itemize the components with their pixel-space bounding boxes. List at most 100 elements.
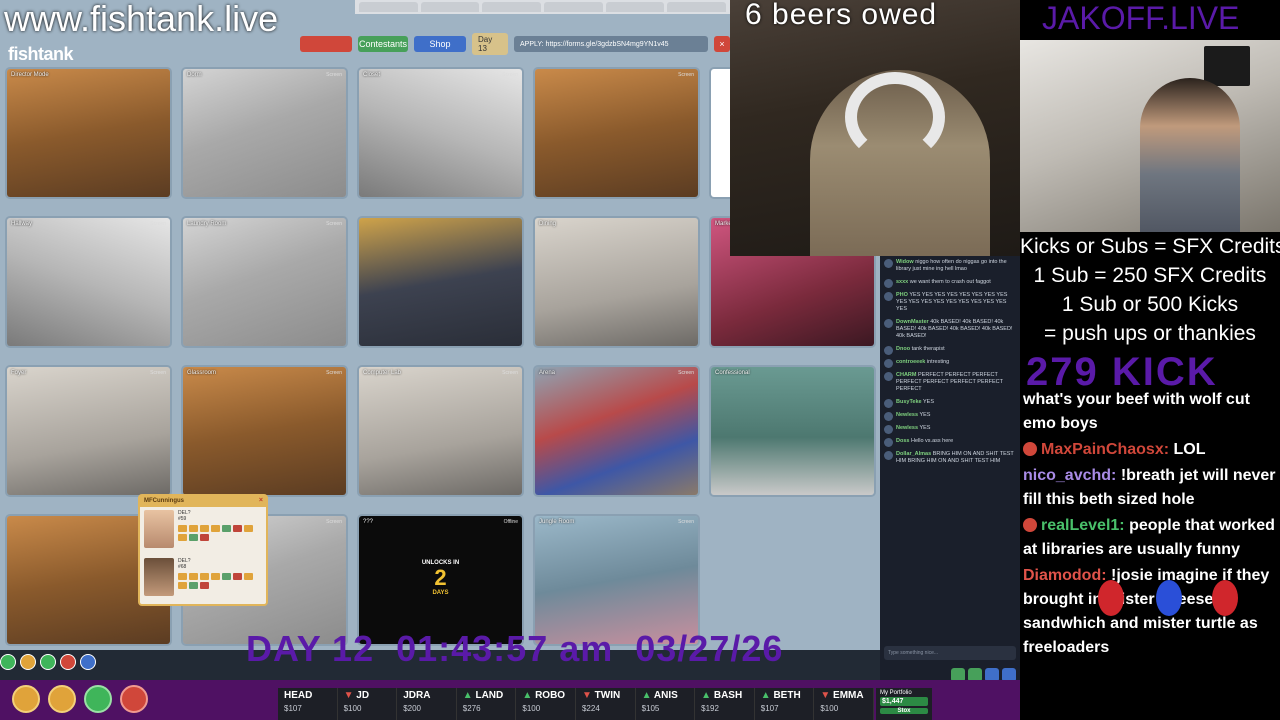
action-icon[interactable]	[189, 573, 198, 580]
close-button[interactable]: ×	[714, 36, 730, 52]
browser-tab[interactable]	[667, 2, 727, 12]
sfx-line: 1 Sub or 500 Kicks	[1061, 293, 1239, 316]
action-icon[interactable]	[233, 573, 242, 580]
action-icon[interactable]	[178, 573, 187, 580]
ticker-symbol: TWIN	[594, 690, 621, 701]
camera-tile[interactable]: Arena Screen	[535, 367, 698, 495]
action-icon[interactable]	[222, 525, 231, 532]
camera-tile[interactable]: Hallway Screen	[7, 218, 170, 346]
chat-username[interactable]: Dollar_Almas	[896, 451, 931, 457]
camera-tile[interactable]: Screen	[535, 69, 698, 197]
ticker-symbol-row: ▼ EMMA	[820, 690, 867, 701]
camera-tile[interactable]: Closet Screen	[359, 69, 522, 197]
dock-icon[interactable]	[40, 654, 56, 670]
camera-tile[interactable]	[359, 218, 522, 346]
chat-username[interactable]: Doss	[896, 438, 909, 444]
ticker-item[interactable]: ▲ BETH $107	[755, 688, 815, 720]
ticker-item[interactable]: ▲ ROBO $100	[516, 688, 576, 720]
camera-tile[interactable]: Computer Lab Screen	[359, 367, 522, 495]
cherry-icon	[1098, 580, 1124, 616]
camera-tile[interactable]: Foyer Screen	[7, 367, 170, 495]
chat-username[interactable]: Widow	[896, 259, 914, 265]
camera-label: Arena	[539, 370, 556, 376]
browser-tab[interactable]	[544, 2, 603, 12]
browser-tab[interactable]	[482, 2, 542, 12]
chat-username[interactable]: sxxx	[896, 279, 908, 285]
browser-tab[interactable]	[359, 2, 418, 12]
action-icon[interactable]	[189, 582, 198, 589]
chat-username[interactable]: MaxPainChaosx:	[1041, 441, 1169, 458]
dock-icon[interactable]	[80, 654, 96, 670]
ticker-price: $105	[641, 704, 660, 713]
ticker-price: $107	[284, 704, 302, 713]
camera-tile[interactable]: Confessional	[711, 367, 874, 495]
action-icon[interactable]	[200, 582, 209, 589]
ticker-item[interactable]: ▲ ANIS $105	[636, 688, 696, 720]
browser-tab[interactable]	[605, 2, 665, 12]
action-icon[interactable]	[244, 525, 253, 532]
action-icon[interactable]	[233, 525, 242, 532]
chat-username[interactable]: Newless	[896, 425, 918, 431]
action-icon[interactable]	[211, 573, 220, 580]
ticker-item[interactable]: ▼ TWIN $224	[576, 688, 636, 720]
chat-input[interactable]: Type something nice...	[884, 646, 1016, 660]
action-icon[interactable]	[189, 534, 198, 541]
action-icon[interactable]	[200, 573, 209, 580]
item-icon[interactable]	[84, 685, 112, 713]
contestant-avatar[interactable]	[144, 510, 174, 548]
chat-username[interactable]: BusyTeke	[896, 399, 922, 405]
action-icon[interactable]	[222, 573, 231, 580]
contestants-button[interactable]: Contestants	[358, 36, 408, 52]
dock-icon[interactable]	[0, 654, 16, 670]
chat-username[interactable]: Newless	[896, 412, 918, 418]
ticker-item[interactable]: ▲ BASH $192	[695, 688, 755, 720]
chat-username[interactable]: realLevel1:	[1041, 517, 1125, 534]
contestant-avatar[interactable]	[144, 558, 174, 596]
ticker-symbol-row: ▲ BETH	[761, 690, 808, 701]
chat-username[interactable]: PHO	[896, 292, 908, 298]
browser-tab-strip	[355, 0, 730, 14]
action-icon[interactable]	[178, 525, 187, 532]
camera-label: Dining	[539, 221, 557, 227]
coin-icon[interactable]	[48, 685, 76, 713]
camera-label: Closet	[363, 72, 381, 78]
camera-tile[interactable]: Laundry Room Screen	[183, 218, 346, 346]
second-webcam-feed	[1020, 40, 1280, 232]
ticker-symbol-row: ▼ TWIN	[582, 690, 629, 701]
action-icon[interactable]	[200, 534, 209, 541]
stox-button[interactable]: Stox	[880, 708, 928, 714]
ticker-item[interactable]: ▲ LAND $276	[457, 688, 517, 720]
ticker-symbol-row: ▲ LAND	[463, 690, 510, 701]
ticker-item[interactable]: HEAD $107	[278, 688, 338, 720]
camera-tile[interactable]: Dorm Screen	[183, 69, 346, 197]
chat-username[interactable]: nico_avchd:	[1023, 467, 1116, 484]
coin-icon[interactable]	[12, 685, 40, 713]
action-icon[interactable]	[178, 534, 187, 541]
camera-tile[interactable]: Dining	[535, 218, 698, 346]
action-icon[interactable]	[244, 573, 253, 580]
action-icon[interactable]	[178, 582, 187, 589]
apply-banner[interactable]: APPLY: https://forms.gle/3gdzbSN4mg9YN1v…	[514, 36, 708, 52]
chat-username[interactable]: Dnoo	[896, 346, 910, 352]
chat-username[interactable]: DownMaster	[896, 319, 929, 325]
dock-icon[interactable]	[20, 654, 36, 670]
dock-icon[interactable]	[60, 654, 76, 670]
action-icon[interactable]	[189, 525, 198, 532]
close-icon[interactable]: ×	[259, 497, 263, 504]
camera-tile[interactable]: Glassroom Screen	[183, 367, 346, 495]
red-button[interactable]	[300, 36, 352, 52]
shop-button[interactable]: Shop	[414, 36, 466, 52]
ticker-item[interactable]: JDRA $200	[397, 688, 457, 720]
action-icon[interactable]	[200, 525, 209, 532]
camera-tile[interactable]: Director Mode	[7, 69, 170, 197]
item-icon[interactable]	[120, 685, 148, 713]
fishtank-chat-message: Newless YES	[880, 422, 1020, 435]
ticker-item[interactable]: ▼ JD $100	[338, 688, 398, 720]
camera-tile[interactable]: ??? Offline UNLOCKS IN 2 DAYS	[359, 516, 522, 644]
chat-username[interactable]: CHARM	[896, 372, 916, 378]
ticker-item[interactable]: ▼ EMMA $100	[814, 688, 874, 720]
browser-tab[interactable]	[420, 2, 480, 12]
action-icon[interactable]	[211, 525, 220, 532]
chat-username[interactable]: controeeek	[896, 359, 925, 365]
camera-tile[interactable]: Jungle Room Screen	[535, 516, 698, 644]
